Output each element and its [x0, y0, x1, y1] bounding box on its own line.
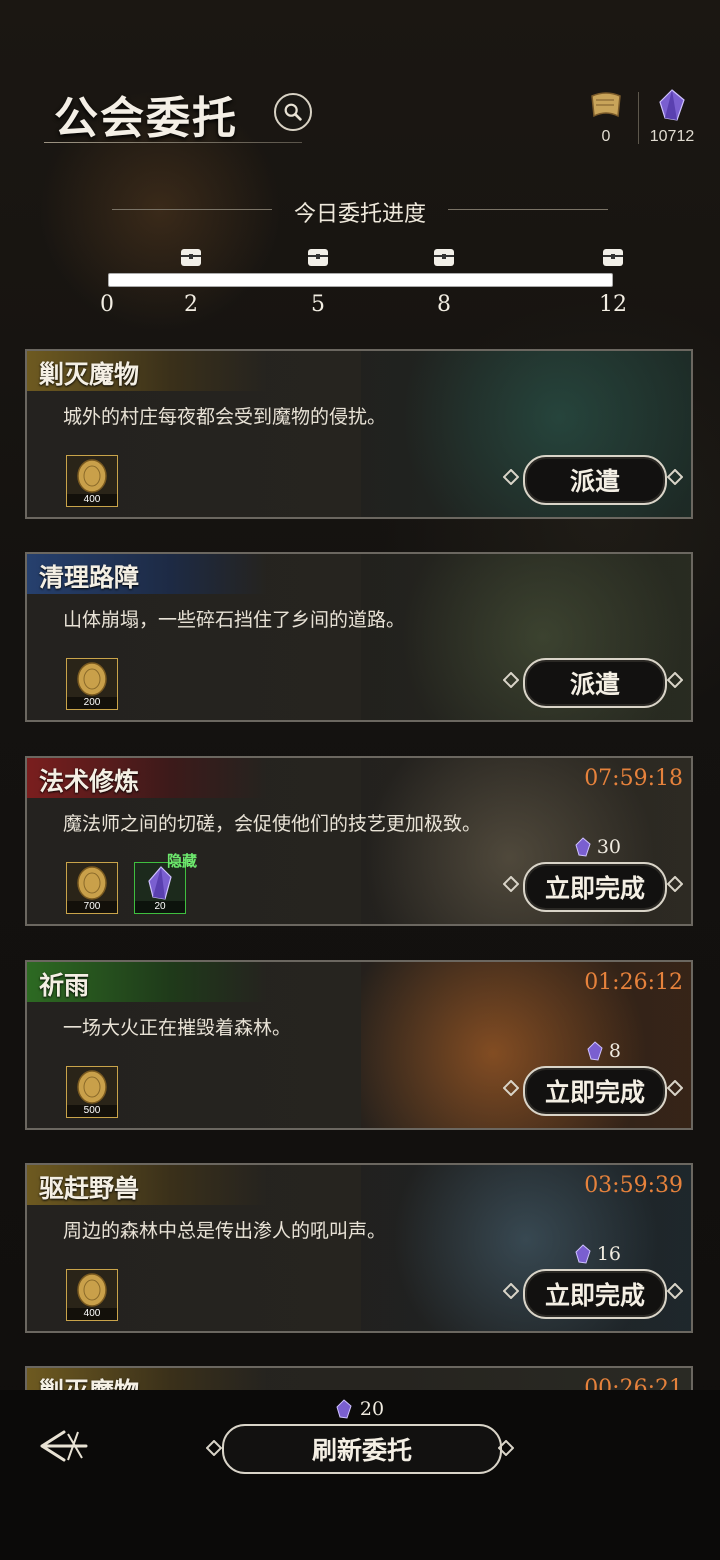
chest-icon[interactable] — [433, 246, 455, 268]
back-icon[interactable] — [38, 1424, 92, 1468]
complete-now-button[interactable]: 立即完成 — [523, 862, 667, 912]
coin-icon — [77, 459, 107, 493]
reward-amount: 20 — [135, 901, 185, 913]
quest-name: 清理路障 — [39, 563, 140, 592]
reward-item[interactable]: 400 — [66, 455, 118, 507]
quest-card[interactable]: 驱赶野兽 03:59:39 周边的森林中总是传出渗人的吼叫声。 400 16 立… — [25, 1163, 693, 1333]
coin-icon — [77, 1070, 107, 1104]
cost-value: 30 — [596, 836, 621, 858]
quest-card[interactable]: 清理路障 山体崩塌，一些碎石挡住了乡间的道路。 200 派遣 — [25, 552, 693, 722]
progress-tick: 0 — [100, 292, 114, 317]
button-ornament-right — [667, 672, 683, 688]
complete-now-button[interactable]: 立即完成 — [523, 1066, 667, 1116]
scroll-resource: 0 — [586, 88, 626, 146]
button-ornament-left — [503, 876, 519, 892]
quest-card[interactable]: 祈雨 01:26:12 一场大火正在摧毁着森林。 500 8 立即完成 — [25, 960, 693, 1130]
chest-icon[interactable] — [180, 246, 202, 268]
coin-icon — [77, 866, 107, 900]
quest-desc: 山体崩塌，一些碎石挡住了乡间的道路。 — [63, 609, 406, 631]
resource-divider — [638, 92, 639, 144]
quest-desc: 魔法师之间的切磋，会促使他们的技艺更加极致。 — [63, 813, 482, 835]
dispatch-button[interactable]: 派遣 — [523, 658, 667, 708]
quest-name: 法术修炼 — [39, 767, 140, 796]
dispatch-button[interactable]: 派遣 — [523, 455, 667, 505]
crystal-resource: 10712 — [646, 88, 698, 146]
scroll-count: 0 — [601, 128, 611, 145]
button-ornament-right — [498, 1440, 514, 1456]
complete-now-button[interactable]: 立即完成 — [523, 1269, 667, 1319]
progress-tick: 5 — [311, 292, 325, 317]
quest-desc: 城外的村庄每夜都会受到魔物的侵扰。 — [63, 406, 387, 428]
search-icon — [284, 103, 302, 121]
hidden-label: 隐藏 — [167, 852, 198, 870]
button-ornament-left — [206, 1440, 222, 1456]
reward-item[interactable]: 500 — [66, 1066, 118, 1118]
button-ornament-left — [503, 1283, 519, 1299]
reward-amount: 700 — [67, 901, 117, 913]
refresh-cost-value: 20 — [359, 1398, 385, 1420]
instant-cost: 8 — [587, 1040, 621, 1062]
quest-name: 剿灭魔物 — [39, 360, 140, 389]
reward-amount: 200 — [67, 697, 117, 709]
quest-card[interactable]: 法术修炼 07:59:18 魔法师之间的切磋，会促使他们的技艺更加极致。 700… — [25, 756, 693, 926]
button-ornament-right — [667, 1283, 683, 1299]
crystal-count: 10712 — [649, 128, 695, 145]
coin-icon — [77, 662, 107, 696]
cost-value: 16 — [596, 1243, 621, 1265]
button-ornament-right — [667, 469, 683, 485]
quest-desc: 周边的森林中总是传出渗人的吼叫声。 — [63, 1220, 387, 1242]
progress-title: 今日委托进度 — [293, 202, 426, 227]
reward-amount: 400 — [67, 1308, 117, 1320]
quest-timer: 01:26:12 — [584, 970, 683, 995]
instant-cost: 30 — [575, 836, 621, 858]
reward-amount: 500 — [67, 1105, 117, 1117]
title-underline — [44, 142, 302, 143]
chest-icon[interactable] — [602, 246, 624, 268]
button-ornament-left — [503, 469, 519, 485]
reward-item[interactable]: 200 — [66, 658, 118, 710]
progress-bar — [108, 273, 613, 287]
refresh-cost: 20 — [0, 1398, 720, 1420]
crystal-icon — [659, 89, 685, 121]
quest-timer: 03:59:39 — [584, 1173, 683, 1198]
scroll-icon — [591, 92, 621, 118]
crystal-icon — [587, 1041, 603, 1061]
search-button[interactable] — [274, 93, 312, 131]
chest-icon[interactable] — [307, 246, 329, 268]
quest-name: 驱赶野兽 — [39, 1174, 140, 1203]
crystal-icon — [336, 1399, 352, 1419]
quest-desc: 一场大火正在摧毁着森林。 — [63, 1017, 292, 1039]
button-ornament-right — [667, 1080, 683, 1096]
instant-cost: 16 — [575, 1243, 621, 1265]
button-ornament-left — [503, 672, 519, 688]
crystal-icon — [575, 1244, 591, 1264]
progress-tick: 2 — [184, 292, 198, 317]
quest-card[interactable]: 剿灭魔物 城外的村庄每夜都会受到魔物的侵扰。 400 派遣 — [25, 349, 693, 519]
refresh-quests-button[interactable]: 刷新委托 — [222, 1424, 502, 1474]
progress-tick: 12 — [599, 292, 627, 317]
crystal-icon — [575, 837, 591, 857]
reward-item[interactable]: 700 — [66, 862, 118, 914]
reward-amount: 400 — [67, 494, 117, 506]
reward-item[interactable]: 400 — [66, 1269, 118, 1321]
button-ornament-left — [503, 1080, 519, 1096]
page-title: 公会委托 — [54, 93, 238, 144]
coin-icon — [77, 1273, 107, 1307]
progress-tick: 8 — [437, 292, 451, 317]
cost-value: 8 — [608, 1040, 621, 1062]
quest-name: 祈雨 — [39, 971, 90, 1000]
quest-timer: 07:59:18 — [584, 766, 683, 791]
button-ornament-right — [667, 876, 683, 892]
